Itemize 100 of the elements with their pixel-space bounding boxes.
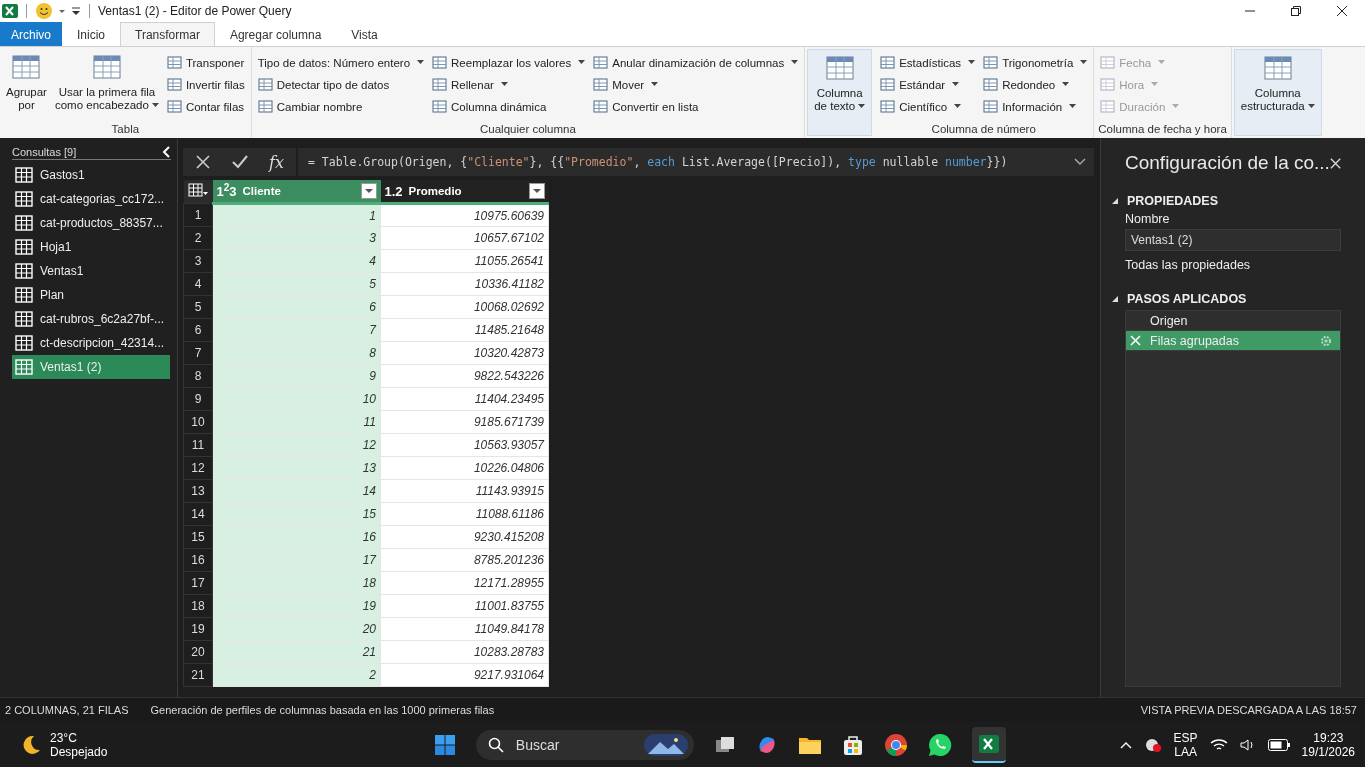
collapse-triangle-icon[interactable] (1111, 197, 1119, 205)
clock-date: 19/1/2026 (1301, 744, 1355, 759)
queries-title: Consultas [9] (12, 146, 77, 158)
query-item[interactable]: cat-productos_88357... (12, 211, 170, 235)
ribbon-button[interactable]: Científico (878, 96, 978, 117)
cancel-icon[interactable] (195, 154, 211, 170)
row-number: 16 (183, 548, 213, 572)
customize-menu-icon[interactable] (71, 6, 81, 16)
spreadsheet-icon (977, 732, 1000, 755)
table-icon (11, 52, 42, 82)
ribbon-button[interactable]: Mover (591, 74, 801, 95)
speaker-icon[interactable] (1239, 737, 1256, 752)
collapse-triangle-icon[interactable] (1111, 295, 1119, 303)
ribbon-button[interactable]: Cambiar nombre (255, 96, 427, 117)
chevron-up-icon[interactable] (1119, 740, 1132, 749)
search-field[interactable]: Buscar (475, 729, 694, 760)
ribbon-button[interactable]: Usar la primera fila como encabezado (52, 49, 161, 115)
table-cell: 10068.02692 (380, 295, 549, 319)
grid-icon (257, 77, 273, 92)
shopping-bag-icon[interactable] (841, 733, 864, 756)
formula-field[interactable]: = Table.Group(Origen, {"Cliente"}, {{"Promedio", each List.Average([Precio]), type nullable number}}) (297, 148, 1094, 176)
table-icon (15, 191, 33, 207)
ribbon-button[interactable]: Transponer (164, 52, 247, 73)
ribbon-button[interactable]: Información (981, 96, 1090, 117)
expand-chevron-icon[interactable] (1074, 158, 1086, 166)
ribbon-button[interactable]: Detectar tipo de datos (255, 74, 427, 95)
maximize-icon[interactable] (1290, 5, 1302, 17)
ribbon-button[interactable]: Invertir filas (164, 74, 247, 95)
row-number: 9 (183, 387, 213, 411)
ribbon-button[interactable]: Rellenar (430, 74, 588, 95)
query-item[interactable]: ct-descripcion_42314... (12, 331, 170, 355)
caret-icon (1151, 82, 1159, 87)
caret-icon (651, 82, 659, 87)
query-item[interactable]: Gastos1 (12, 163, 170, 187)
table-icon (15, 263, 33, 279)
table-cell: 17 (212, 548, 381, 572)
checkmark-icon[interactable] (231, 154, 249, 170)
close-icon[interactable] (1336, 5, 1348, 17)
table-cell: 13 (212, 456, 381, 480)
start-icon[interactable] (433, 733, 456, 756)
ribbon-button[interactable]: Trigonometría (981, 52, 1090, 73)
ribbon-button[interactable]: Columna estructurada (1238, 50, 1317, 116)
filter-dropdown-icon[interactable] (528, 183, 545, 199)
table-cell: 9 (212, 364, 381, 388)
file-tab[interactable]: Archivo (0, 22, 62, 46)
table-cell: 6 (212, 295, 381, 319)
search-icon (487, 736, 504, 753)
row-number: 21 (183, 663, 213, 687)
ribbon-button[interactable]: Columna de texto (812, 50, 868, 116)
smiley-icon[interactable] (35, 2, 53, 20)
ribbon-button[interactable]: Anular dinamización de columnas (591, 52, 801, 73)
table-cell: 11049.84178 (380, 617, 549, 641)
caret-icon[interactable] (58, 7, 66, 15)
table-menu-icon[interactable] (188, 183, 208, 197)
ribbon-button[interactable]: Convertir en lista (591, 96, 801, 117)
query-item[interactable]: Ventas1 (12, 259, 170, 283)
query-item[interactable]: cat-categorias_cc172... (12, 187, 170, 211)
temperature: 23°C (50, 730, 78, 745)
query-item[interactable]: Hoja1 (12, 235, 170, 259)
grid-icon (983, 55, 999, 70)
query-item[interactable]: cat-rubros_6c2a27bf-... (12, 307, 170, 331)
chat-bubble-icon[interactable] (927, 732, 952, 757)
table-cell: 10226.04806 (380, 456, 549, 480)
browser-icon[interactable] (883, 732, 908, 757)
active-app-button[interactable] (971, 726, 1006, 763)
column-header[interactable]: 1$^{2}$3 Cliente (212, 180, 381, 204)
query-item[interactable]: Ventas1 (2) (12, 355, 170, 379)
delete-icon[interactable] (1130, 335, 1141, 346)
ribbon-button[interactable]: Redondeo (981, 74, 1090, 95)
ribbon-button[interactable]: Estándar (878, 74, 978, 95)
grid-icon (880, 77, 896, 92)
ribbon-tab[interactable]: Vista (336, 22, 393, 46)
ribbon-tab[interactable]: Transformar (120, 22, 215, 46)
name-field[interactable]: Ventas1 (2) (1125, 229, 1341, 251)
column-header[interactable]: 1.2 Promedio (380, 180, 549, 204)
table-cell: 9217.931064 (380, 663, 549, 687)
ribbon-button[interactable]: Tipo de datos: Número entero (255, 52, 427, 73)
ribbon-tab[interactable]: Inicio (62, 22, 121, 46)
column-name: Promedio (408, 185, 463, 197)
ribbon-button[interactable]: Estadísticas (878, 52, 978, 73)
battery-icon[interactable] (1267, 738, 1290, 751)
filter-dropdown-icon[interactable] (360, 183, 377, 199)
table-cell: 7 (212, 318, 381, 342)
table-cell: 10563.93057 (380, 433, 549, 457)
all-properties-link[interactable]: Todas las propiedades (1125, 258, 1341, 272)
row-number: 10 (183, 410, 213, 434)
table-cell: 10975.60639 (380, 203, 549, 227)
ribbon-button[interactable]: Reemplazar los valores (430, 52, 588, 73)
ribbon-button[interactable]: Contar filas (164, 96, 247, 117)
table-cell: 11404.23495 (380, 387, 549, 411)
ribbon-button[interactable]: Columna dinámica (430, 96, 588, 117)
type-label: 1.2 (384, 183, 403, 199)
table-menu-header[interactable] (183, 180, 213, 204)
ribbon-tab[interactable]: Agregar columna (214, 22, 337, 46)
wifi-icon[interactable] (1209, 737, 1228, 752)
query-item[interactable]: Plan (12, 283, 170, 307)
caret-icon (1062, 82, 1070, 87)
row-number: 1 (183, 203, 213, 227)
ribbon-button[interactable]: Agrupar por (4, 49, 49, 115)
collapse-chevron-icon[interactable] (161, 146, 171, 158)
